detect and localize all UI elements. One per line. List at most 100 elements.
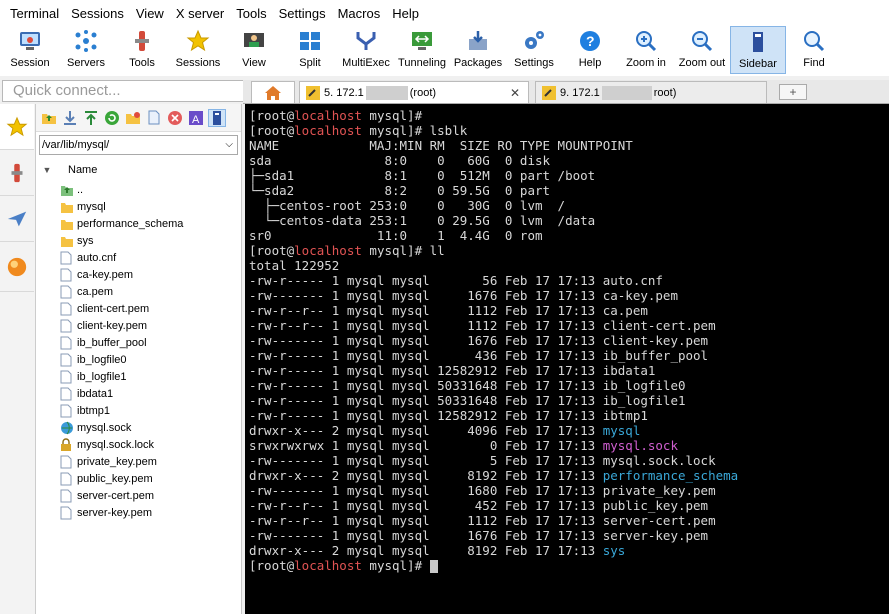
toolbar-split-button[interactable]: Split — [282, 26, 338, 74]
terminal-cursor — [429, 560, 438, 573]
sidebar-tab-sftp[interactable] — [0, 242, 34, 292]
list-item[interactable]: ib_buffer_pool — [36, 334, 241, 351]
prompt-host: localhost — [294, 243, 362, 258]
list-item[interactable]: auto.cnf — [36, 249, 241, 266]
list-item[interactable]: ibtmp1 — [36, 402, 241, 419]
list-item[interactable]: client-key.pem — [36, 317, 241, 334]
toolbar-view-button[interactable]: View — [226, 26, 282, 74]
sidebar-tab-macros[interactable] — [0, 196, 34, 242]
ls-filename: ib_logfile1 — [602, 393, 686, 408]
toolbar-sessions-button[interactable]: Sessions — [170, 26, 226, 74]
ls-details: -rw------- 1 mysql mysql 5 Feb 17 17:13 — [249, 453, 603, 468]
list-item[interactable]: client-cert.pem — [36, 300, 241, 317]
text-editor-icon[interactable]: A — [187, 109, 205, 127]
toolbar-find-button[interactable]: Find — [786, 26, 842, 74]
sidebar-tab-tools[interactable] — [0, 150, 34, 196]
menu-help[interactable]: Help — [386, 6, 425, 21]
file-icon — [60, 268, 74, 282]
home-tab[interactable] — [251, 81, 295, 103]
menu-bar: Terminal Sessions View X server Tools Setting… — [0, 0, 889, 26]
toolbar-servers-button[interactable]: Servers — [58, 26, 114, 74]
new-folder-icon[interactable] — [124, 109, 142, 127]
terminal-output[interactable]: [root@localhost mysql]# [root@localhost … — [245, 104, 889, 614]
file-name: server-key.pem — [77, 506, 152, 519]
file-name: private_key.pem — [77, 455, 157, 468]
list-item[interactable]: mysql — [36, 198, 241, 215]
svg-text:A: A — [192, 114, 200, 126]
list-item[interactable]: mysql.sock — [36, 419, 241, 436]
menu-macros[interactable]: Macros — [332, 6, 387, 21]
list-item[interactable]: ibdata1 — [36, 385, 241, 402]
toolbar-tools-button[interactable]: Tools — [114, 26, 170, 74]
file-name: mysql.sock.lock — [77, 438, 155, 451]
ls-details: drwxr-x--- 2 mysql mysql 8192 Feb 17 17:… — [249, 468, 603, 483]
list-item[interactable]: performance_schema — [36, 215, 241, 232]
column-name-header[interactable]: Name — [58, 164, 97, 176]
sidebar-tab-sessions[interactable] — [0, 104, 34, 150]
upload-icon[interactable] — [82, 109, 100, 127]
menu-tools[interactable]: Tools — [230, 6, 272, 21]
file-list: .. mysql performance_schemasys auto.cnf ca-k… — [36, 181, 241, 521]
prompt-host: localhost — [294, 108, 362, 123]
toolbar-button-label: Servers — [67, 57, 105, 69]
terminal-line: -rw-r----- 1 mysql mysql 50331648 Feb 17… — [249, 378, 889, 393]
menu-terminal[interactable]: Terminal — [4, 6, 65, 21]
list-item[interactable]: ib_logfile1 — [36, 368, 241, 385]
parent-folder-icon[interactable] — [40, 109, 58, 127]
list-item[interactable]: ca.pem — [36, 283, 241, 300]
list-item[interactable]: public_key.pem — [36, 470, 241, 487]
toolbar-settings-button[interactable]: Settings — [506, 26, 562, 74]
settings-icon — [521, 28, 547, 54]
file-list-header[interactable]: ▼ Name — [36, 159, 241, 181]
close-tab-icon[interactable]: ✕ — [510, 86, 520, 100]
file-name: performance_schema — [77, 217, 184, 230]
list-item[interactable]: mysql.sock.lock — [36, 436, 241, 453]
path-combobox[interactable]: /var/lib/mysql/ ⌵ — [39, 135, 238, 155]
terminal-line: [root@localhost mysql]# — [249, 558, 889, 573]
list-item[interactable]: server-key.pem — [36, 504, 241, 521]
session-tab-9[interactable]: 9. 172.1 root) — [535, 81, 767, 103]
session-tab-5[interactable]: 5. 172.1 (root) ✕ — [299, 81, 529, 103]
menu-view[interactable]: View — [130, 6, 170, 21]
terminal-line: [root@localhost mysql]# lsblk — [249, 123, 889, 138]
menu-sessions[interactable]: Sessions — [65, 6, 130, 21]
download-icon[interactable] — [61, 109, 79, 127]
toolbar-zoom-in-button[interactable]: Zoom in — [618, 26, 674, 74]
list-item[interactable]: .. — [36, 181, 241, 198]
list-item[interactable]: ca-key.pem — [36, 266, 241, 283]
ls-filename: private_key.pem — [602, 483, 716, 498]
delete-icon[interactable] — [166, 109, 184, 127]
toolbar-session-button[interactable]: Session — [2, 26, 58, 74]
toolbar-help-button[interactable]: ? Help — [562, 26, 618, 74]
terminal-line: -rw-r----- 1 mysql mysql 56 Feb 17 17:13… — [249, 273, 889, 288]
terminal-line: -rw------- 1 mysql mysql 1676 Feb 17 17:… — [249, 333, 889, 348]
send-icon — [7, 211, 27, 226]
list-item[interactable]: private_key.pem — [36, 453, 241, 470]
output-text: sda 8:0 0 60G 0 disk — [249, 153, 551, 168]
terminal-line: drwxr-x--- 2 mysql mysql 4096 Feb 17 17:… — [249, 423, 889, 438]
toolbar-button-label: Find — [803, 57, 825, 69]
list-item[interactable]: ib_logfile0 — [36, 351, 241, 368]
menu-x-server[interactable]: X server — [170, 6, 230, 21]
toolbar-tunneling-button[interactable]: Tunneling — [394, 26, 450, 74]
prompt-user: [root@ — [249, 243, 295, 258]
toolbar-multiexec-button[interactable]: MultiExec — [338, 26, 394, 74]
list-item[interactable]: server-cert.pem — [36, 487, 241, 504]
menu-settings[interactable]: Settings — [273, 6, 332, 21]
toolbar-packages-button[interactable]: Packages — [450, 26, 506, 74]
chevron-down-icon[interactable]: ⌵ — [225, 136, 233, 154]
new-file-icon[interactable] — [145, 109, 163, 127]
quick-connect-input[interactable]: Quick connect... — [2, 80, 250, 102]
toolbar-button-label: Session — [10, 57, 50, 69]
refresh-icon[interactable] — [103, 109, 121, 127]
ls-details: -rw------- 1 mysql mysql 1680 Feb 17 17:… — [249, 483, 603, 498]
toolbar-sidebar-button[interactable]: Sidebar — [730, 26, 786, 74]
file-properties-icon[interactable] — [208, 108, 226, 127]
sidebar-tab-strip — [0, 104, 36, 614]
new-tab-button[interactable]: + — [779, 84, 807, 100]
output-text: NAME MAJ:MIN RM SIZE RO TYPE MOUNTPOINT — [249, 138, 633, 153]
file-icon — [60, 302, 74, 316]
toolbar-zoom-out-button[interactable]: Zoom out — [674, 26, 730, 74]
tab-5-title: 5. 172.1 — [324, 86, 364, 99]
list-item[interactable]: sys — [36, 232, 241, 249]
